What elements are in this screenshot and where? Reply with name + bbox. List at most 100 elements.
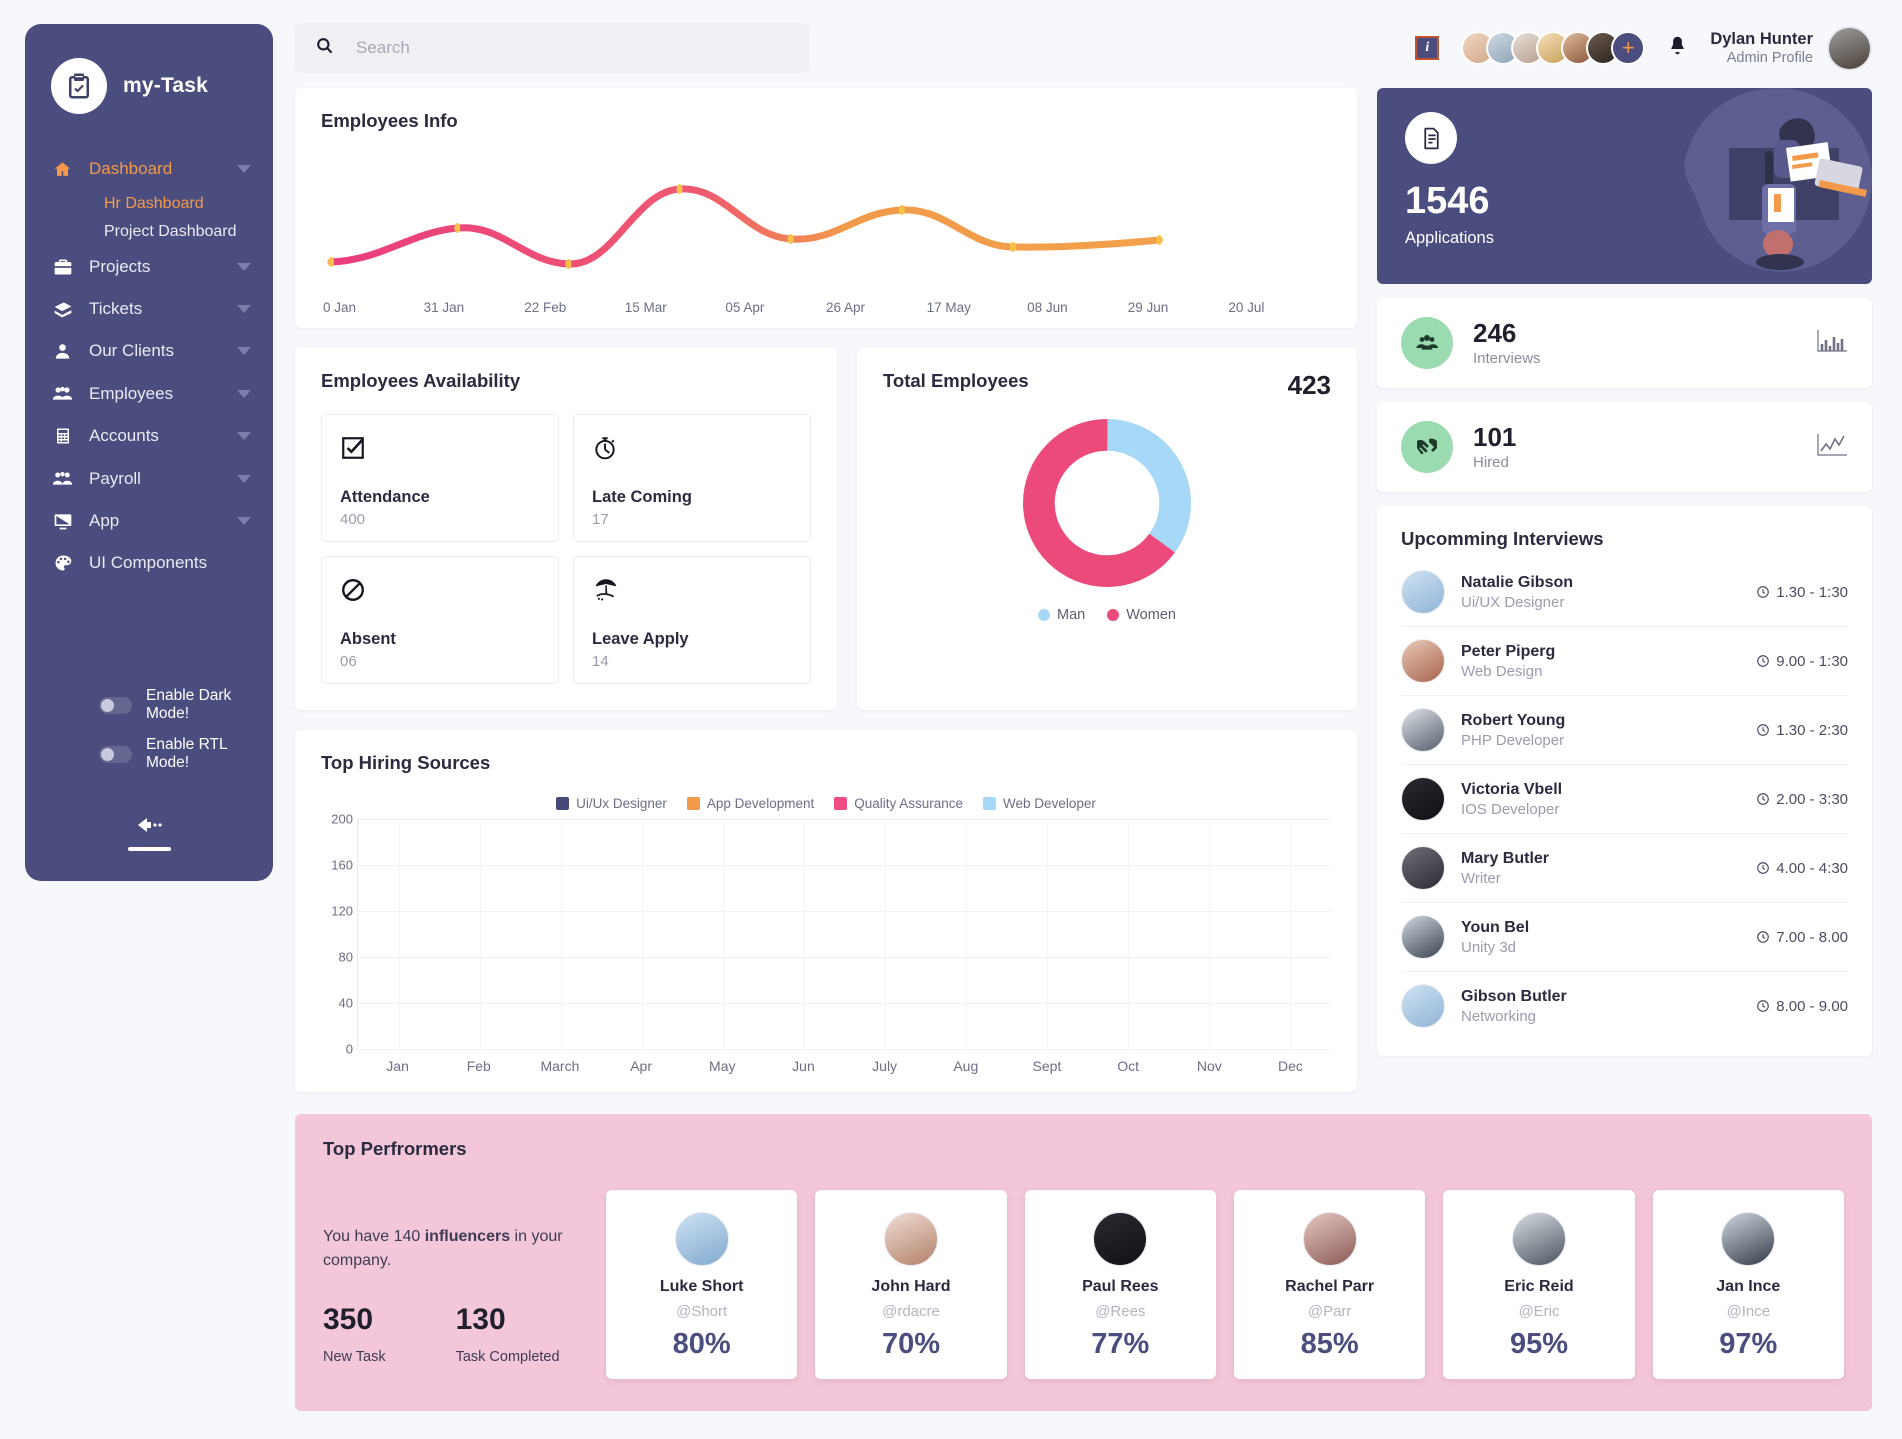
search-input[interactable] [356,23,809,73]
rtl-mode-toggle[interactable]: Enable RTL Mode! [99,736,273,772]
x-tick: Dec [1278,1058,1303,1074]
bar-slot [1250,819,1331,1049]
brand[interactable]: my-Task [25,58,273,114]
interview-row[interactable]: Peter Piperg Web Design 9.00 - 1:30 [1401,627,1848,696]
main-content: i + Dylan Hunter Admin Profile [273,0,1902,1439]
sidebar-item-accounts[interactable]: Accounts [25,415,273,457]
chevron-down-icon[interactable] [237,517,251,525]
performer-handle: @Short [676,1303,728,1320]
sidebar-item-ui-components[interactable]: UI Components [25,542,273,584]
chevron-down-icon[interactable] [237,305,251,313]
avatar [1401,915,1445,959]
hiring-title: Top Hiring Sources [321,752,491,773]
dark-mode-toggle[interactable]: Enable Dark Mode! [99,687,273,723]
sidebar-subitem-hr-dashboard[interactable]: Hr Dashboard [25,190,273,218]
sidebar-item-dashboard[interactable]: Dashboard [25,148,273,190]
availability-cell-attendance[interactable]: Attendance 400 [321,414,559,542]
interview-time-text: 1.30 - 1:30 [1776,583,1848,601]
x-tick: Nov [1196,1058,1222,1074]
avatar [1401,639,1445,683]
chevron-down-icon[interactable] [237,263,251,271]
interview-row[interactable]: Gibson Butler Networking 8.00 - 9.00 [1401,972,1848,1040]
x-tick: May [709,1058,736,1074]
performer-name: Rachel Parr [1285,1278,1375,1295]
toggle-switch[interactable] [99,745,132,763]
availability-value: 06 [340,653,357,670]
stat-label: Interviews [1473,349,1541,367]
sidebar-item-app[interactable]: App [25,500,273,542]
performer-card[interactable]: Paul Rees @Rees 77% [1024,1190,1216,1379]
info-icon[interactable]: i [1415,36,1440,60]
toggle-switch[interactable] [99,696,132,714]
performer-card[interactable]: John Hard @rdacre 70% [815,1190,1007,1379]
interview-row[interactable]: Mary Butler Writer 4.00 - 4:30 [1401,834,1848,903]
hiring-chart: 200 160 120 80 40 0 [321,812,1331,1057]
avatar-group[interactable]: + [1461,31,1646,65]
chevron-down-icon[interactable] [237,474,251,483]
stat-number: 246 [1473,318,1517,349]
home-icon [51,160,74,179]
legend-item-qa: Quality Assurance [834,796,963,811]
search-box[interactable] [295,23,809,73]
avatar[interactable] [1827,25,1872,71]
stat-card-hired[interactable]: 101 Hired [1377,402,1872,492]
chevron-down-icon[interactable] [237,347,251,355]
applications-card: 1546 Applications [1377,88,1872,284]
sidebar-collapse-button[interactable] [25,816,273,851]
performer-card[interactable]: Jan Ince @Ince 97% [1652,1190,1844,1379]
interview-time-text: 7.00 - 8.00 [1776,928,1848,946]
availability-cell-leave-apply[interactable]: Leave Apply 14 [573,556,811,684]
x-tick: 08 Jun [1027,300,1068,315]
availability-cell-late-coming[interactable]: Late Coming 17 [573,414,811,542]
performer-card[interactable]: Eric Reid @Eric 95% [1443,1190,1635,1379]
checkbox-icon [340,435,540,466]
sidebar-item-tickets[interactable]: Tickets [25,288,273,330]
legend-label: App Development [706,796,815,811]
performers-card-list: Luke Short @Short 80% John Hard @rdacre 70% Pa… [606,1190,1844,1379]
left-column: Employees Info 0 Jan 31 Jan 22 Feb 15 Ma… [295,88,1357,1092]
legend-item-webdev: Web Developer [983,796,1096,811]
interview-row[interactable]: Natalie Gibson Ui/UX Designer 1.30 - 1:30 [1401,558,1848,627]
sidebar-item-employees[interactable]: Employees [25,372,273,415]
clock-icon [1757,862,1770,874]
interview-row[interactable]: Robert Young PHP Developer 1.30 - 2:30 [1401,696,1848,765]
interview-row[interactable]: Victoria Vbell IOS Developer 2.00 - 3:30 [1401,765,1848,834]
profile[interactable]: Dylan Hunter Admin Profile [1710,25,1872,71]
availability-value: 14 [592,653,609,670]
performer-name: Paul Rees [1082,1278,1159,1295]
sidebar-item-payroll[interactable]: Payroll [25,457,273,500]
interview-row[interactable]: Youn Bel Unity 3d 7.00 - 8.00 [1401,903,1848,972]
availability-cell-absent[interactable]: Absent 06 [321,556,559,684]
bar-slot [844,819,925,1049]
sidebar-subitem-project-dashboard[interactable]: Project Dashboard [25,218,273,246]
handshake-icon [1401,421,1453,473]
performer-percent: 95% [1509,1328,1568,1360]
dark-mode-label: Enable Dark Mode! [146,687,232,722]
interview-role: IOS Developer [1461,800,1560,818]
interview-role: Ui/UX Designer [1461,593,1565,611]
avatar [1511,1212,1566,1266]
legend-swatch [983,797,997,810]
performer-card[interactable]: Luke Short @Short 80% [606,1190,798,1379]
stat-card-interviews[interactable]: 246 Interviews [1377,298,1872,388]
chevron-down-icon[interactable] [237,389,251,398]
y-tick: 40 [338,995,353,1011]
chevron-down-icon[interactable] [237,432,251,440]
bell-icon[interactable] [1667,35,1688,61]
x-tick: 17 May [926,300,971,315]
total-employees-count: 423 [1287,370,1331,400]
sidebar-item-label: Accounts [89,426,159,445]
chevron-down-icon[interactable] [237,165,251,173]
y-tick: 200 [331,811,353,827]
sidebar-item-projects[interactable]: Projects [25,246,273,288]
x-tick: 0 Jan [323,300,357,315]
interview-name: Mary Butler [1461,849,1550,867]
performer-card[interactable]: Rachel Parr @Parr 85% [1233,1190,1426,1379]
legend-item-uiux: Ui/Ux Designer [556,796,667,811]
clock-icon [1757,931,1770,943]
avatar [1401,570,1445,614]
x-tick: 05 Apr [725,300,765,315]
sidebar-item-our-clients[interactable]: Our Clients [25,330,273,372]
performer-handle: @Eric [1518,1303,1560,1320]
plus-icon[interactable]: + [1611,31,1646,65]
